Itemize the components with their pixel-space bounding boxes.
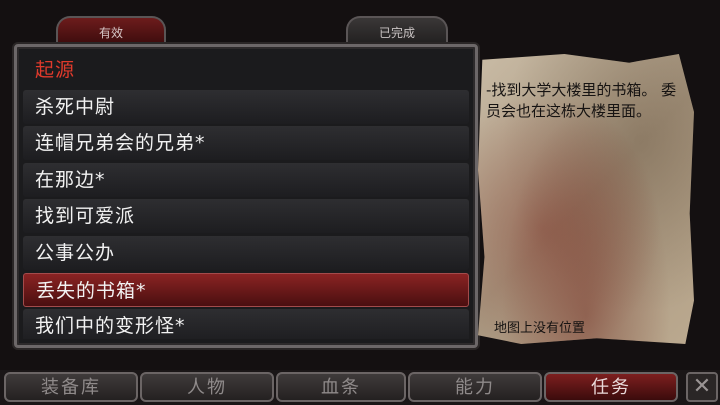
tab-abilities[interactable]: 能力 [408, 372, 542, 402]
tab-completed[interactable]: 已完成 [346, 16, 448, 44]
quest-item[interactable]: 连帽兄弟会的兄弟* [23, 126, 469, 161]
quest-category-header: 起源 [35, 59, 76, 81]
close-button[interactable]: ✕ [686, 372, 718, 402]
tab-active[interactable]: 有效 [56, 16, 166, 44]
quest-list[interactable]: 起源 杀死中尉 连帽兄弟会的兄弟* 在那边* 找到可爱派 公事公办 丢失的书箱*… [23, 53, 469, 339]
bottom-nav: 装备库 人物 血条 能力 任务 ✕ [0, 370, 720, 405]
quest-item[interactable]: 公事公办 [23, 235, 469, 270]
quest-map-status: 地图上没有位置 [494, 321, 586, 336]
tab-health[interactable]: 血条 [276, 372, 406, 402]
tab-inventory[interactable]: 装备库 [4, 372, 138, 402]
quest-item[interactable]: 找到可爱派 [23, 199, 469, 234]
quest-item[interactable]: 我们中的变形怪* [23, 309, 469, 339]
quest-list-panel: 起源 杀死中尉 连帽兄弟会的兄弟* 在那边* 找到可爱派 公事公办 丢失的书箱*… [14, 44, 478, 348]
tab-quests[interactable]: 任务 [544, 372, 678, 402]
quest-item-selected[interactable]: 丢失的书箱* [23, 272, 469, 307]
tab-character[interactable]: 人物 [140, 372, 274, 402]
quest-detail-note: -找到大学大楼里的书箱。 委员会也在这栋大楼里面。 地图上没有位置 [478, 54, 694, 344]
quest-item[interactable]: 杀死中尉 [23, 89, 469, 124]
quest-description: -找到大学大楼里的书箱。 委员会也在这栋大楼里面。 [486, 81, 677, 120]
quest-item[interactable]: 在那边* [23, 162, 469, 197]
close-icon: ✕ [692, 374, 712, 399]
